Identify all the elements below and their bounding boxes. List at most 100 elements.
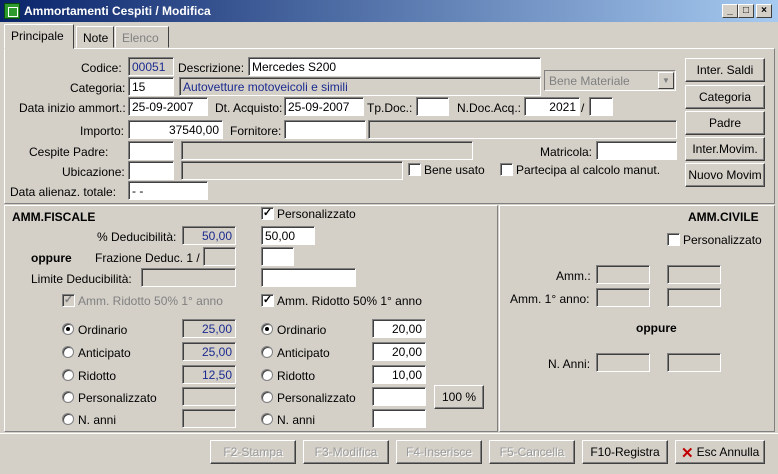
limite-label: Limite Deducibilità: [31,272,132,286]
inter-saldi-button[interactable]: Inter. Saldi [685,58,765,82]
bene-usato-checkbox[interactable] [408,163,421,176]
data-alien-label: Data alienaz. totale: [10,185,117,199]
pers-personalizzato-field[interactable] [372,387,426,406]
partecipa-label: Partecipa al calcolo manut. [516,163,661,177]
data-alien-field[interactable]: - - [128,181,208,200]
pers-nanni-radio[interactable] [261,413,273,425]
nuovo-movim-button[interactable]: Nuovo Movim [685,163,765,187]
tab-principale[interactable]: Principale [4,24,74,49]
civile-personalizzato-checkbox[interactable] [667,233,680,246]
ndoc-num-field[interactable] [589,97,613,116]
frazione-label: Frazione Deduc. 1 / [95,251,200,265]
categoria-button[interactable]: Categoria [685,85,765,109]
deducibilita-std-field: 50,00 [182,226,236,245]
std-ordinario-label: Ordinario [78,323,128,337]
ubicazione-label: Ubicazione: [62,165,125,179]
codice-label: Codice: [81,61,122,75]
pers-ordinario-radio[interactable] [261,323,273,335]
matricola-label: Matricola: [540,145,593,159]
pers-personalizzato-radio[interactable] [261,391,273,403]
cespite-padre-desc [181,141,473,160]
std-personalizzato-radio [62,391,74,403]
civile-oppure-label: oppure [636,321,677,335]
std-ridotto-field: 12,50 [182,365,236,384]
pers-anticipato-field[interactable]: 20,00 [372,342,426,361]
dt-acquisto-field[interactable]: 25-09-2007 [284,97,364,116]
dt-acquisto-label: Dt. Acquisto: [215,101,283,115]
f10-registra-button[interactable]: F10-Registra [582,440,668,464]
std-ordinario-radio [62,323,74,335]
pers-nanni-field[interactable] [372,409,426,428]
minimize-button[interactable]: _ [722,4,738,18]
tpdoc-label: Tp.Doc.: [367,101,413,115]
amm-ridotto-std-label: Amm. Ridotto 50% 1° anno [78,294,223,308]
f3-modifica-button: F3-Modifica [303,440,389,464]
std-ridotto-radio [62,369,74,381]
civile-amm-label: Amm.: [556,269,591,283]
civile-nanni-label: N. Anni: [548,357,591,371]
categoria-label: Categoria: [70,81,126,95]
tab-elenco: Elenco [115,26,169,48]
amm-ridotto-pers-label: Amm. Ridotto 50% 1° anno [277,294,422,308]
limite-std-field [141,268,236,287]
descrizione-field[interactable]: Mercedes S200 [248,57,541,76]
std-personalizzato-field [182,387,236,406]
esc-annulla-label: Esc Annulla [696,445,760,459]
frazione-std-field [203,247,236,266]
ndoc-year-field[interactable]: 2021 [524,97,580,116]
pers-ordinario-field[interactable]: 20,00 [372,319,426,338]
deducibilita-pers-field[interactable]: 50,00 [261,226,315,245]
f5-cancella-button: F5-Cancella [489,440,575,464]
esc-annulla-button[interactable]: ✕ Esc Annulla [675,440,765,464]
civile-amm1-label: Amm. 1° anno: [510,292,590,306]
chevron-down-icon: ▼ [658,72,674,89]
pers-ridotto-radio[interactable] [261,369,273,381]
std-personalizzato-label: Personalizzato [78,391,157,405]
cespite-padre-field[interactable] [128,141,174,160]
close-button[interactable]: × [756,4,772,18]
categoria-field[interactable]: 15 [128,77,174,96]
frazione-pers-field[interactable] [261,247,294,266]
tpdoc-field[interactable] [416,97,449,116]
fiscale-oppure-label: oppure [31,251,72,265]
categoria-desc: Autovetture motoveicoli e simili [179,77,541,96]
std-ordinario-field: 25,00 [182,319,236,338]
maximize-button[interactable]: □ [738,4,754,18]
f4-inserisce-button: F4-Inserisce [396,440,482,464]
amm-ridotto-pers-checkbox[interactable]: ✓ [261,294,274,307]
civile-title: AMM.CIVILE [688,210,759,224]
tab-note[interactable]: Note [76,26,114,48]
std-anticipato-radio [62,346,74,358]
pers-anticipato-label: Anticipato [277,346,330,360]
fiscale-personalizzato-checkbox[interactable]: ✓ [261,207,274,220]
fiscale-personalizzato-label: Personalizzato [277,207,356,221]
inter-movim-button[interactable]: Inter.Movim. [685,137,765,161]
fornitore-desc [368,120,677,139]
pers-personalizzato-label: Personalizzato [277,391,356,405]
padre-button[interactable]: Padre [685,111,765,135]
fiscale-title: AMM.FISCALE [12,210,96,224]
std-nanni-label: N. anni [78,413,117,427]
data-inizio-field[interactable]: 25-09-2007 [128,97,208,116]
percent-100-button[interactable]: 100 % [434,385,484,409]
std-ridotto-label: Ridotto [78,369,117,383]
fornitore-field[interactable] [284,120,366,139]
pers-anticipato-radio[interactable] [261,346,273,358]
data-inizio-label: Data inizio ammort.: [19,101,126,115]
importo-field[interactable]: 37540,00 [128,120,223,139]
civile-amm-field-2 [667,265,721,284]
std-anticipato-field: 25,00 [182,342,236,361]
app-icon [4,3,20,19]
ndoc-separator: / [581,101,585,115]
std-nanni-field [182,409,236,428]
codice-field: 00051 [128,57,174,76]
ubicazione-field[interactable] [128,161,174,180]
partecipa-checkbox[interactable] [500,163,513,176]
bene-usato-label: Bene usato [424,163,485,177]
bene-type-select: Bene Materiale ▼ [544,70,676,91]
limite-pers-field[interactable] [261,268,356,287]
pers-ridotto-field[interactable]: 10,00 [372,365,426,384]
matricola-field[interactable] [596,141,677,160]
civile-nanni-field-2 [667,353,721,372]
amm-ridotto-std-checkbox: ✓ [62,294,75,307]
